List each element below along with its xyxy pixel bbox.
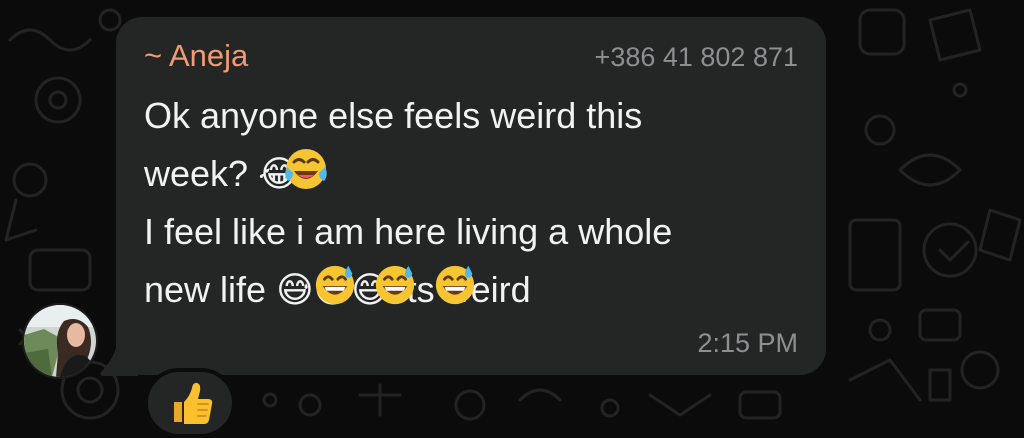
sender-name[interactable]: ~ Aneja [144,37,248,75]
tears-of-joy-emoji-icon [285,149,327,189]
thumbs-up-icon [174,382,213,424]
grinning-sweat-emoji-icon [375,265,415,305]
sender-phone: +386 41 802 871 [594,42,798,72]
sender-avatar[interactable] [22,303,98,379]
grinning-sweat-emoji-icon [315,265,355,305]
message-bubble[interactable]: ~ Aneja +386 41 802 871 Ok anyone else f… [116,17,826,375]
reaction-badge[interactable] [144,368,236,438]
avatar-photo-icon [24,305,96,377]
message-timestamp: 2:15 PM [697,328,798,358]
grinning-sweat-emoji-icon [435,265,475,305]
